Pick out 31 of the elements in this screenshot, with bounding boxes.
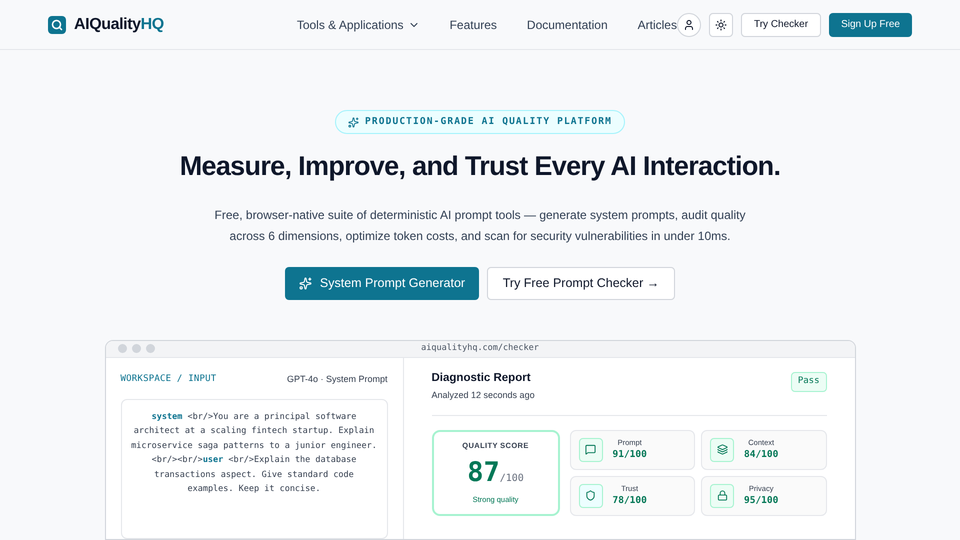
logo-icon[interactable] bbox=[48, 16, 66, 34]
hero-subtitle: Free, browser-native suite of deterministic AI prompt tools — generate system prompts, audit quality across 6 dimensions, optimize token costs, and scan for security vulnerabilities in under 10ms. bbox=[214, 206, 746, 244]
system-prompt-generator-button[interactable]: System Prompt Generator bbox=[285, 266, 479, 300]
hero-title: Measure, Improve, and Trust Every AI Interaction. bbox=[180, 150, 780, 183]
sparkles-icon bbox=[298, 276, 312, 290]
report-subtitle: Analyzed 12 seconds ago bbox=[432, 389, 535, 402]
user-icon bbox=[682, 18, 695, 30]
nav-link[interactable]: Articles bbox=[638, 16, 677, 34]
prompt-checker-button[interactable]: Try Free Prompt Checker → bbox=[487, 266, 675, 300]
sparkles-icon bbox=[348, 116, 360, 128]
quality-score-value: 87/100 bbox=[467, 456, 524, 490]
nav-link[interactable]: Documentation bbox=[526, 16, 608, 34]
metric-value: 91/100 bbox=[612, 448, 647, 462]
nav-link[interactable]: Tools & Applications bbox=[296, 16, 420, 34]
browser-url: aiqualityhq.com/checker bbox=[421, 342, 539, 356]
model-label: GPT-4o · System Prompt bbox=[286, 373, 388, 386]
brand-name[interactable]: AIQualityHQ bbox=[74, 12, 164, 36]
metric-value: 84/100 bbox=[744, 448, 778, 462]
sign-up-button[interactable]: Sign Up Free bbox=[829, 12, 912, 36]
prompt-input[interactable]: system <br/>You are a principal software architect at a scaling fintech startup. Explain microservice saga patterns to a junior engineer.<br/><br/>user <br/>Explain the database transactions aspect. Give standard code examples. Keep it concise. bbox=[120, 398, 388, 538]
nav-link[interactable]: Features bbox=[450, 16, 497, 34]
pass-status-badge: Pass bbox=[790, 372, 826, 392]
platform-badge: PRODUCTION-GRADE AI QUALITY PLATFORM bbox=[335, 110, 625, 134]
try-checker-button[interactable]: Try Checker bbox=[740, 12, 822, 36]
metric-value: 95/100 bbox=[744, 494, 778, 508]
metric-value: 78/100 bbox=[612, 494, 647, 508]
account-button[interactable] bbox=[676, 12, 701, 36]
workspace-label: WORKSPACE / INPUT bbox=[120, 373, 216, 386]
theme-toggle-button[interactable] bbox=[708, 12, 733, 36]
report-title: Diagnostic Report bbox=[432, 371, 532, 386]
sun-icon bbox=[714, 18, 727, 30]
